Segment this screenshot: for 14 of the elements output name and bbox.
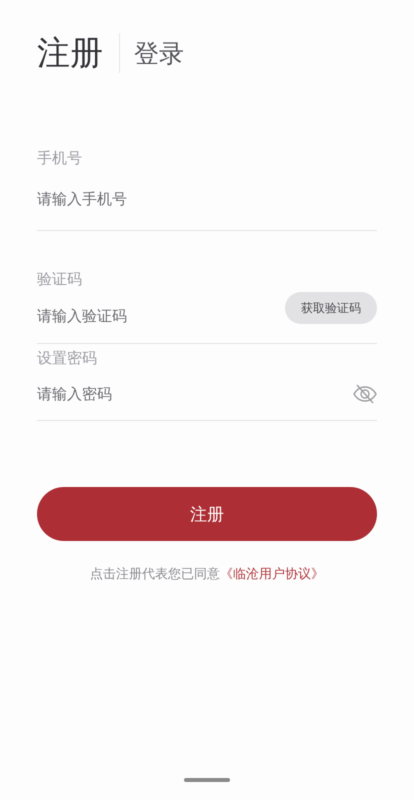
agreement-text: 点击注册代表您已同意: [90, 567, 220, 582]
get-code-button[interactable]: 获取验证码: [285, 292, 377, 324]
input-field[interactable]: 请输入密码: [37, 385, 353, 403]
tab[interactable]: 注册: [37, 30, 103, 76]
eye-off-icon[interactable]: [353, 383, 377, 405]
home-indicator[interactable]: [184, 778, 230, 782]
field-label: 验证码: [37, 269, 83, 289]
field-label: 设置密码: [37, 348, 98, 368]
input-field[interactable]: 请输入手机号: [37, 190, 377, 208]
input-field[interactable]: 请输入验证码: [37, 307, 285, 325]
tab[interactable]: 登录: [134, 36, 184, 70]
register-button[interactable]: 注册: [37, 487, 377, 541]
agreement-link[interactable]: 《临沧用户协议》: [220, 567, 324, 582]
field-label: 手机号: [37, 148, 83, 168]
